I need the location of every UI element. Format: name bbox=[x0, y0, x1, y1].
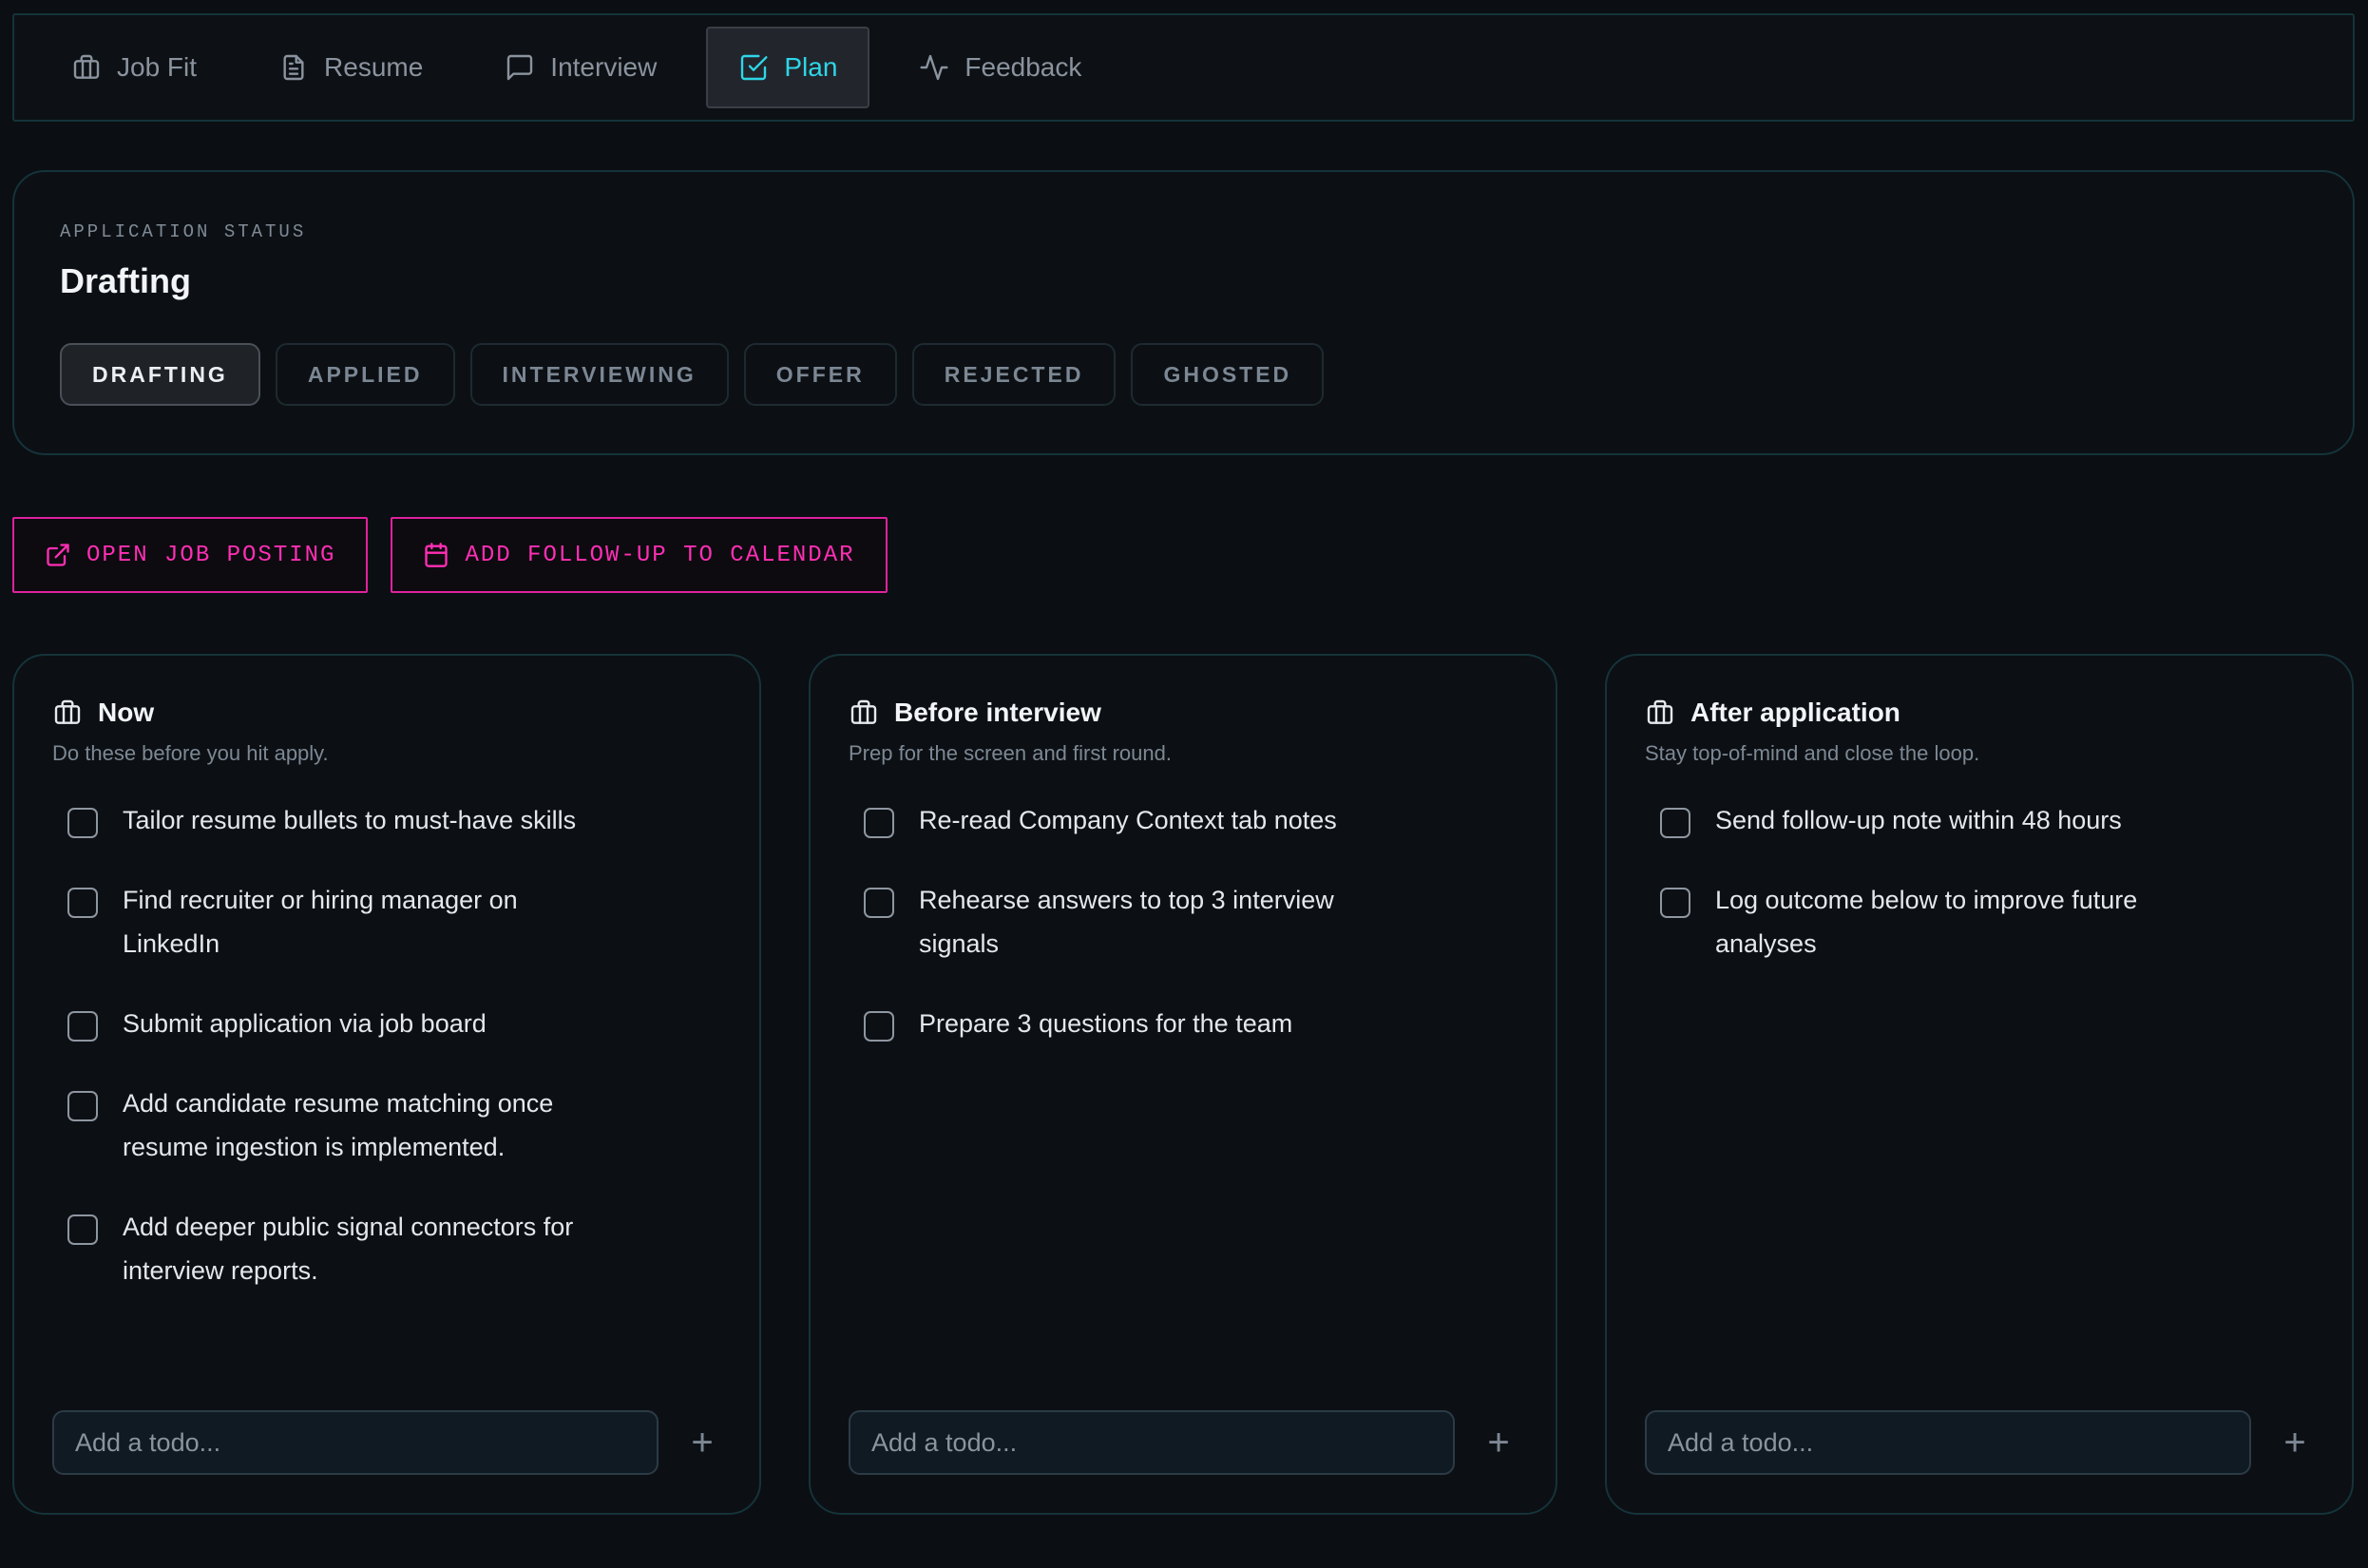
column-subtitle: Do these before you hit apply. bbox=[52, 741, 329, 765]
briefcase-icon bbox=[850, 699, 877, 724]
todo-item: Find recruiter or hiring manager on Link… bbox=[67, 884, 600, 966]
todo-checkbox[interactable] bbox=[864, 888, 894, 918]
todo-item: Add deeper public signal connectors for … bbox=[67, 1211, 600, 1292]
button-label: ADD FOLLOW-UP TO CALENDAR bbox=[465, 542, 855, 568]
todo-text: Add deeper public signal connectors for … bbox=[123, 1213, 574, 1285]
column-title: After application bbox=[1690, 698, 1900, 727]
tab-bar: Job Fit Resume Interview Plan Feedback bbox=[12, 13, 2355, 122]
column-before-interview: Before interview Prep for the screen and… bbox=[809, 654, 1557, 1515]
todo-item: Submit application via job board bbox=[67, 1007, 600, 1045]
todo-item: Tailor resume bullets to must-have skill… bbox=[67, 804, 600, 842]
todo-text: Submit application via job board bbox=[123, 1009, 487, 1038]
add-todo-button[interactable]: + bbox=[2276, 1424, 2314, 1462]
todo-list: Tailor resume bullets to must-have skill… bbox=[52, 804, 721, 1292]
column-header: Before interview bbox=[849, 698, 1518, 728]
todo-checkbox[interactable] bbox=[67, 1091, 98, 1121]
todo-checkbox[interactable] bbox=[67, 808, 98, 838]
file-text-icon bbox=[283, 54, 304, 81]
column-now: Now Do these before you hit apply. Tailo… bbox=[12, 654, 761, 1515]
tab-label: Feedback bbox=[964, 52, 1082, 82]
todo-text: Prepare 3 questions for the team bbox=[919, 1009, 1293, 1038]
add-todo-row: + bbox=[52, 1410, 721, 1475]
todo-checkbox[interactable] bbox=[1660, 888, 1690, 918]
tab-feedback[interactable]: Feedback bbox=[887, 27, 1114, 108]
tab-plan[interactable]: Plan bbox=[706, 27, 870, 108]
todo-checkbox[interactable] bbox=[864, 1011, 894, 1042]
todo-checkbox[interactable] bbox=[1660, 808, 1690, 838]
column-header: After application bbox=[1645, 698, 2314, 728]
todo-item: Rehearse answers to top 3 interview sign… bbox=[864, 884, 1396, 966]
message-square-icon bbox=[507, 54, 533, 81]
todo-checkbox[interactable] bbox=[67, 888, 98, 918]
tab-label: Interview bbox=[550, 52, 658, 82]
add-todo-button[interactable]: + bbox=[683, 1424, 721, 1462]
todo-text: Send follow-up note within 48 hours bbox=[1715, 806, 2122, 834]
add-todo-input[interactable] bbox=[1645, 1410, 2251, 1475]
todo-item: Re-read Company Context tab notes bbox=[864, 804, 1396, 842]
calendar-icon bbox=[425, 543, 449, 567]
status-eyebrow: APPLICATION STATUS bbox=[60, 221, 307, 242]
status-selector: DRAFTING APPLIED INTERVIEWING OFFER REJE… bbox=[60, 343, 2307, 406]
briefcase-icon bbox=[73, 54, 100, 79]
tab-interview[interactable]: Interview bbox=[472, 27, 689, 108]
tab-label: Resume bbox=[324, 52, 424, 82]
status-option-offer[interactable]: OFFER bbox=[743, 343, 897, 406]
todo-item: Log outcome below to improve future anal… bbox=[1660, 884, 2192, 966]
status-option-applied[interactable]: APPLIED bbox=[275, 343, 455, 406]
column-subtitle: Stay top-of-mind and close the loop. bbox=[1645, 741, 1980, 765]
add-todo-input[interactable] bbox=[849, 1410, 1455, 1475]
status-option-rejected[interactable]: REJECTED bbox=[911, 343, 1117, 406]
add-follow-up-button[interactable]: ADD FOLLOW-UP TO CALENDAR bbox=[391, 517, 888, 593]
open-job-posting-button[interactable]: OPEN JOB POSTING bbox=[12, 517, 369, 593]
status-option-interviewing[interactable]: INTERVIEWING bbox=[469, 343, 729, 406]
todo-text: Tailor resume bullets to must-have skill… bbox=[123, 806, 577, 834]
status-title: Drafting bbox=[60, 261, 191, 300]
add-todo-input[interactable] bbox=[52, 1410, 659, 1475]
status-option-ghosted[interactable]: GHOSTED bbox=[1131, 343, 1325, 406]
tab-job-fit[interactable]: Job Fit bbox=[52, 27, 229, 108]
add-todo-button[interactable]: + bbox=[1480, 1424, 1518, 1462]
todo-text: Rehearse answers to top 3 interview sign… bbox=[919, 886, 1334, 958]
todo-text: Log outcome below to improve future anal… bbox=[1715, 886, 2138, 958]
briefcase-icon bbox=[54, 699, 81, 724]
column-title: Now bbox=[98, 698, 155, 727]
todo-list: Re-read Company Context tab notes Rehear… bbox=[849, 804, 1518, 1045]
todo-item: Add candidate resume matching once resum… bbox=[67, 1087, 600, 1169]
column-title: Before interview bbox=[894, 698, 1101, 727]
todo-item: Prepare 3 questions for the team bbox=[864, 1007, 1396, 1045]
column-subtitle: Prep for the screen and first round. bbox=[849, 741, 1172, 765]
todo-text: Re-read Company Context tab notes bbox=[919, 806, 1337, 834]
todo-item: Send follow-up note within 48 hours bbox=[1660, 804, 2192, 842]
tab-label: Plan bbox=[784, 52, 838, 82]
tab-label: Job Fit bbox=[117, 52, 198, 82]
application-status-card: APPLICATION STATUS Drafting DRAFTING APP… bbox=[12, 170, 2355, 455]
todo-checkbox[interactable] bbox=[67, 1011, 98, 1042]
external-link-icon bbox=[47, 544, 69, 566]
todo-checkbox[interactable] bbox=[67, 1214, 98, 1245]
tab-resume[interactable]: Resume bbox=[246, 27, 455, 108]
add-todo-row: + bbox=[849, 1410, 1518, 1475]
action-bar: OPEN JOB POSTING ADD FOLLOW-UP TO CALEND… bbox=[12, 517, 888, 593]
check-square-icon bbox=[741, 54, 768, 81]
add-todo-row: + bbox=[1645, 1410, 2314, 1475]
todo-checkbox[interactable] bbox=[864, 808, 894, 838]
todo-text: Find recruiter or hiring manager on Link… bbox=[123, 886, 518, 958]
status-option-drafting[interactable]: DRAFTING bbox=[60, 343, 260, 406]
activity-icon bbox=[920, 54, 948, 81]
column-after-application: After application Stay top-of-mind and c… bbox=[1605, 654, 2354, 1515]
column-header: Now bbox=[52, 698, 721, 728]
todo-text: Add candidate resume matching once resum… bbox=[123, 1089, 554, 1161]
button-label: OPEN JOB POSTING bbox=[86, 542, 336, 568]
todo-list: Send follow-up note within 48 hours Log … bbox=[1645, 804, 2314, 966]
briefcase-icon bbox=[1647, 699, 1673, 724]
